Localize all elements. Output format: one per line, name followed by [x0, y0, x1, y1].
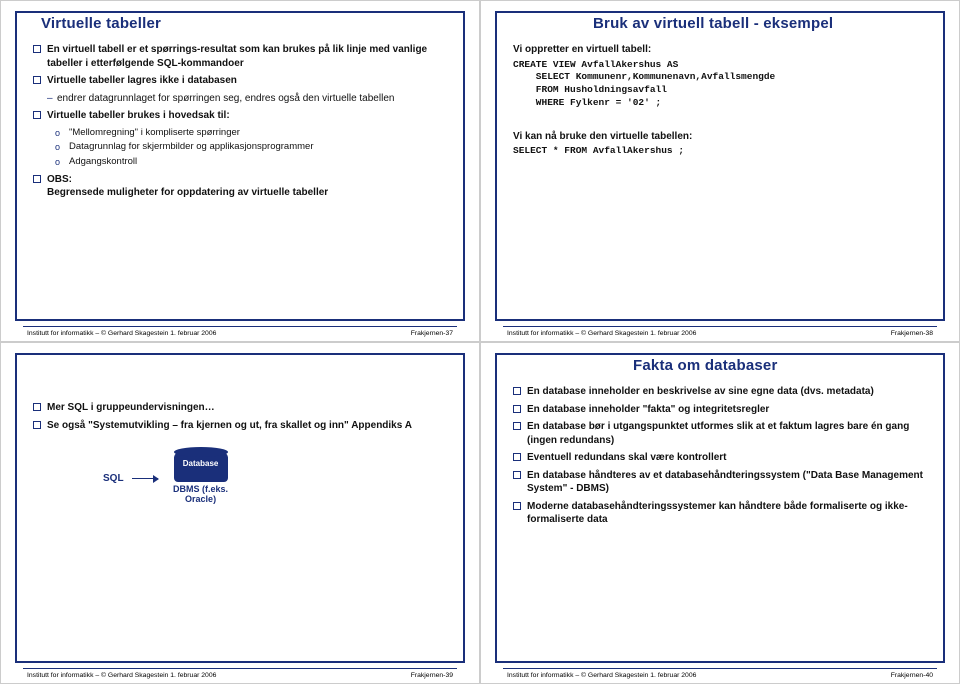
- database-icon: DBMS (f.eks. Oracle): [166, 452, 236, 505]
- sub-bullet: Adgangskontroll: [55, 156, 451, 169]
- slide-title: Virtuelle tabeller: [41, 15, 161, 32]
- bullet: OBS: Begrensede muligheter for oppdateri…: [33, 173, 451, 200]
- obs-label: OBS:: [47, 174, 72, 185]
- slide-39: Mer SQL i gruppeundervisningen… Se også …: [0, 342, 480, 684]
- slide-grid: Virtuelle tabeller En virtuell tabell er…: [0, 0, 960, 684]
- bullet: Mer SQL i gruppeundervisningen…: [33, 401, 451, 415]
- code-block: SELECT * FROM AvfallAkershus ;: [513, 145, 931, 158]
- footer-left: Institutt for informatikk – © Gerhard Sk…: [27, 330, 216, 337]
- sub-bullet: Datagrunnlag for skjermbilder og applika…: [55, 141, 451, 154]
- intro-text: Vi kan nå bruke den virtuelle tabellen:: [513, 130, 931, 144]
- footer-page: Frakjernen-40: [891, 672, 933, 679]
- footer-left: Institutt for informatikk – © Gerhard Sk…: [507, 330, 696, 337]
- bullet: En database bør i utgangspunktet utforme…: [513, 420, 931, 447]
- bullet: En database inneholder "fakta" og integr…: [513, 403, 931, 417]
- db-caption: DBMS (f.eks. Oracle): [166, 485, 236, 505]
- slide-title: Bruk av virtuell tabell - eksempel: [593, 15, 833, 32]
- footer-left: Institutt for informatikk – © Gerhard Sk…: [507, 672, 696, 679]
- bullet: En virtuell tabell er et spørrings-resul…: [33, 43, 451, 70]
- code-block: CREATE VIEW AvfallAkershus AS SELECT Kom…: [513, 59, 931, 110]
- footer-page: Frakjernen-38: [891, 330, 933, 337]
- bullet: Moderne databasehåndteringssystemer kan …: [513, 500, 931, 527]
- sub-bullet: "Mellomregning" i kompliserte spørringer: [55, 127, 451, 140]
- bullet: Eventuell redundans skal være kontroller…: [513, 451, 931, 465]
- slide-40: Fakta om databaser En database inneholde…: [480, 342, 960, 684]
- slide-37: Virtuelle tabeller En virtuell tabell er…: [0, 0, 480, 342]
- slide-title: Fakta om databaser: [633, 357, 778, 374]
- footer-page: Frakjernen-37: [411, 330, 453, 337]
- slide-content: Mer SQL i gruppeundervisningen… Se også …: [15, 357, 465, 505]
- sql-label: SQL: [103, 472, 124, 486]
- sub-bullet: endrer datagrunnlaget for spørringen seg…: [47, 92, 451, 106]
- obs-text: Begrensede muligheter for oppdatering av…: [47, 187, 328, 198]
- footer-left: Institutt for informatikk – © Gerhard Sk…: [27, 672, 216, 679]
- bullet: Se også "Systemutvikling – fra kjernen o…: [33, 419, 451, 433]
- footer-page: Frakjernen-39: [411, 672, 453, 679]
- slide-content: Vi oppretter en virtuell tabell: CREATE …: [495, 33, 945, 158]
- bullet: Virtuelle tabeller brukes i hovedsak til…: [33, 109, 451, 123]
- arrow-icon: [132, 478, 158, 479]
- slide-38: Bruk av virtuell tabell - eksempel Vi op…: [480, 0, 960, 342]
- intro-text: Vi oppretter en virtuell tabell:: [513, 43, 931, 57]
- bullet: En database håndteres av et databasehånd…: [513, 469, 931, 496]
- slide-content: En virtuell tabell er et spørrings-resul…: [15, 33, 465, 200]
- slide-content: En database inneholder en beskrivelse av…: [495, 375, 945, 527]
- db-graphic: SQL DBMS (f.eks. Oracle): [103, 452, 451, 505]
- bullet: En database inneholder en beskrivelse av…: [513, 385, 931, 399]
- bullet: Virtuelle tabeller lagres ikke i databas…: [33, 74, 451, 88]
